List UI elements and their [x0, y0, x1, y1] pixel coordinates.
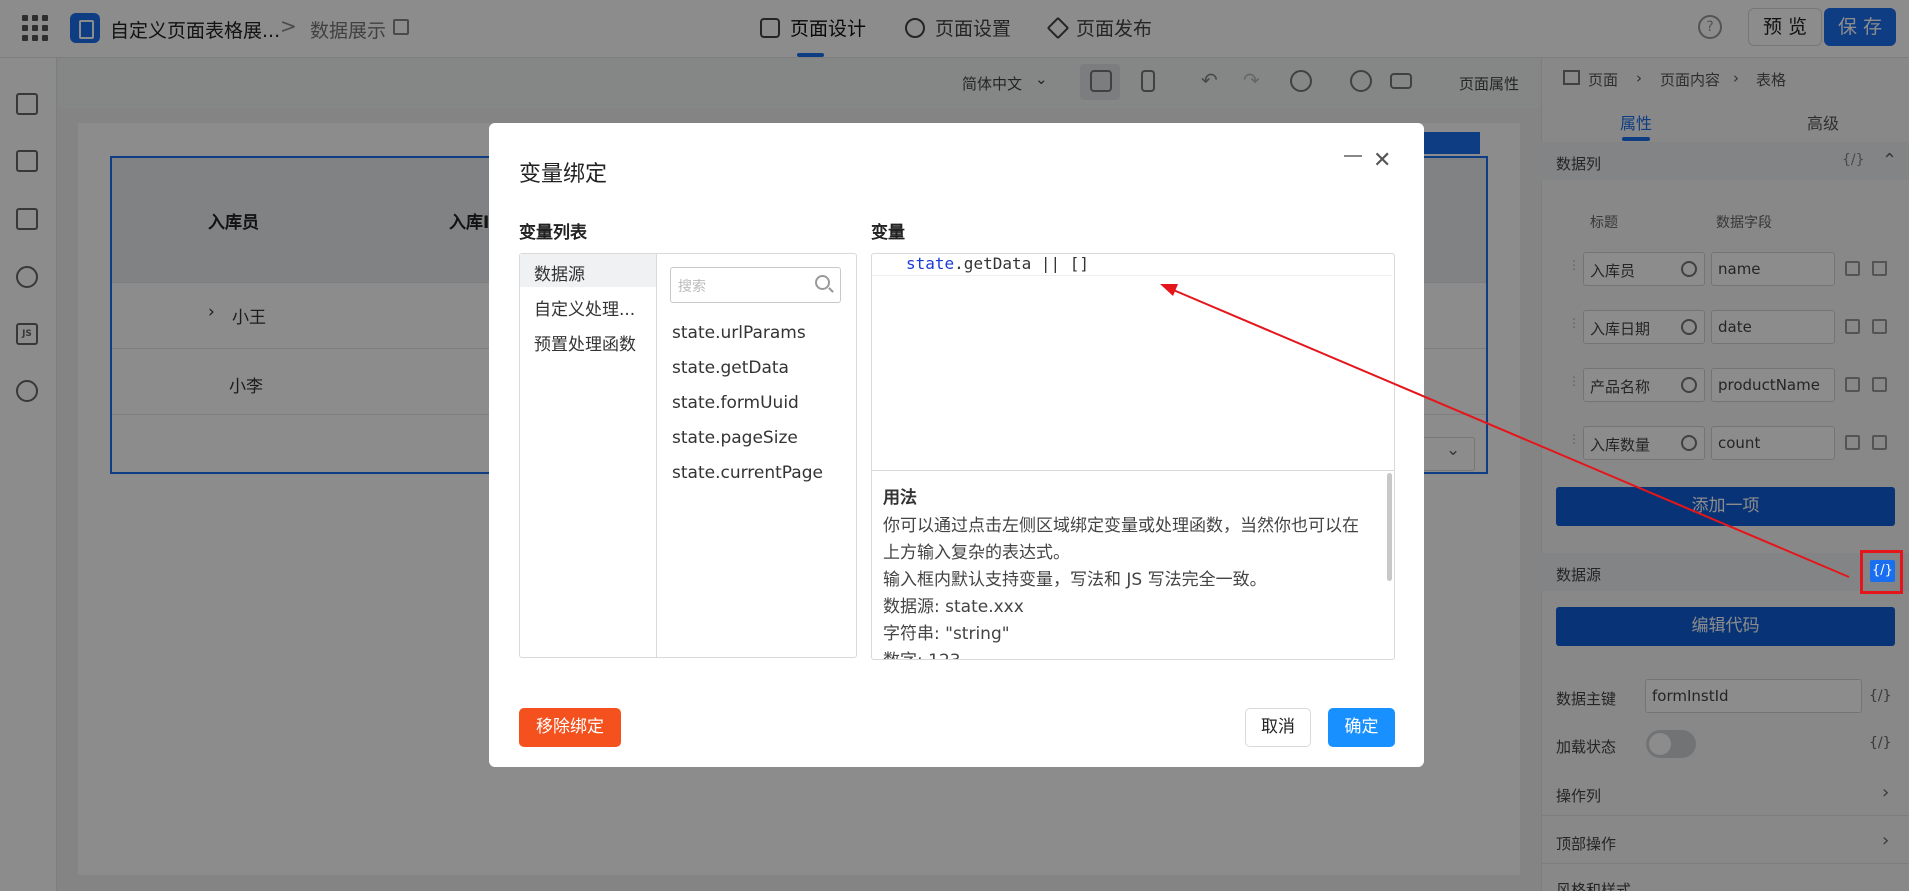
usage-text: 字符串: "string"	[883, 624, 1010, 644]
variable-item[interactable]: state.formUuid	[672, 393, 799, 413]
variable-list-label: 变量列表	[519, 223, 587, 243]
search-icon[interactable]	[815, 275, 830, 290]
category-item-preset[interactable]: 预置处理函数	[534, 330, 636, 355]
usage-text: 上方输入复杂的表达式。	[883, 543, 1070, 563]
variable-item[interactable]: state.currentPage	[672, 463, 823, 483]
code-keyword: state	[906, 254, 955, 273]
dialog-title: 变量绑定	[519, 162, 608, 187]
minimize-icon[interactable]	[1344, 155, 1362, 157]
usage-text: 数据源: state.xxx	[883, 597, 1024, 617]
category-item-datasource[interactable]: 数据源	[534, 260, 585, 285]
cancel-button[interactable]: 取消	[1245, 708, 1311, 747]
variable-item[interactable]: state.pageSize	[672, 428, 798, 448]
code-rest: .getData || []	[954, 254, 1090, 273]
usage-text: 输入框内默认支持变量，写法和 JS 写法完全一致。	[883, 570, 1267, 590]
usage-title: 用法	[883, 488, 917, 508]
expression-code[interactable]: state.getData || []	[906, 254, 1089, 273]
confirm-button[interactable]: 确定	[1328, 708, 1395, 747]
variable-label: 变量	[871, 223, 905, 243]
editor-divider	[872, 470, 1394, 471]
variable-item[interactable]: state.urlParams	[672, 323, 806, 343]
usage-scrollbar[interactable]	[1387, 473, 1392, 581]
annotation-highlight-box	[1860, 550, 1903, 594]
usage-clip: 数字: 123	[872, 646, 1393, 659]
close-icon[interactable]: ✕	[1373, 148, 1391, 173]
usage-text: 你可以通过点击左侧区域绑定变量或处理函数，当然你也可以在	[883, 516, 1359, 536]
category-item-custom[interactable]: 自定义处理...	[534, 295, 635, 320]
search-placeholder: 搜索	[678, 279, 706, 295]
remove-binding-button[interactable]: 移除绑定	[519, 708, 621, 747]
list-divider	[656, 254, 657, 657]
usage-text: 数字: 123	[883, 646, 961, 659]
variable-item[interactable]: state.getData	[672, 358, 789, 378]
